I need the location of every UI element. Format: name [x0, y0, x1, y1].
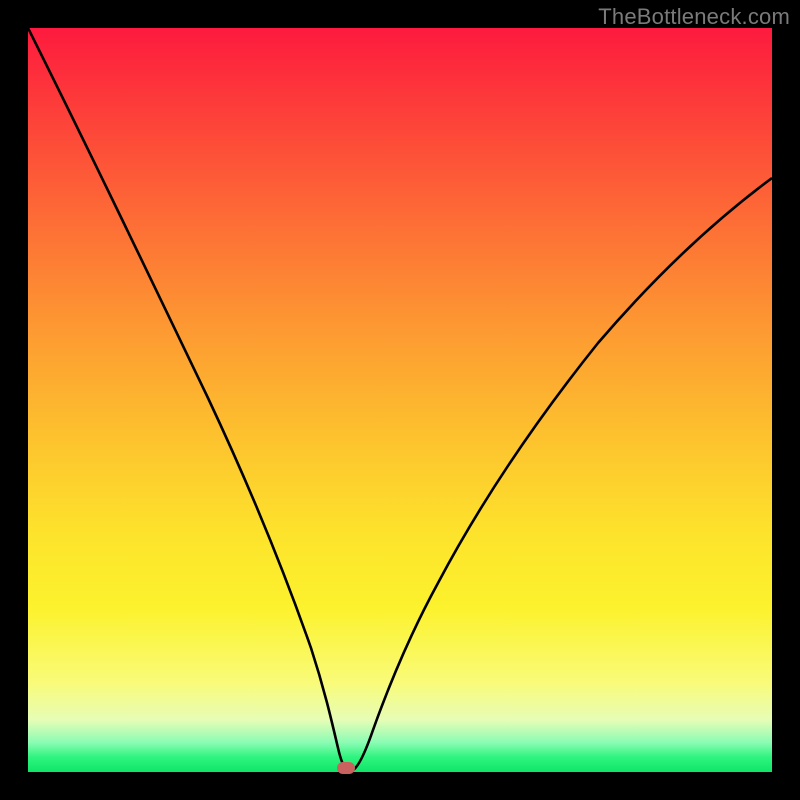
watermark-text: TheBottleneck.com: [598, 4, 790, 30]
optimal-point-marker: [337, 762, 355, 774]
chart-curve-layer: [28, 28, 772, 772]
chart-frame: TheBottleneck.com: [0, 0, 800, 800]
bottleneck-curve-path: [28, 28, 772, 770]
